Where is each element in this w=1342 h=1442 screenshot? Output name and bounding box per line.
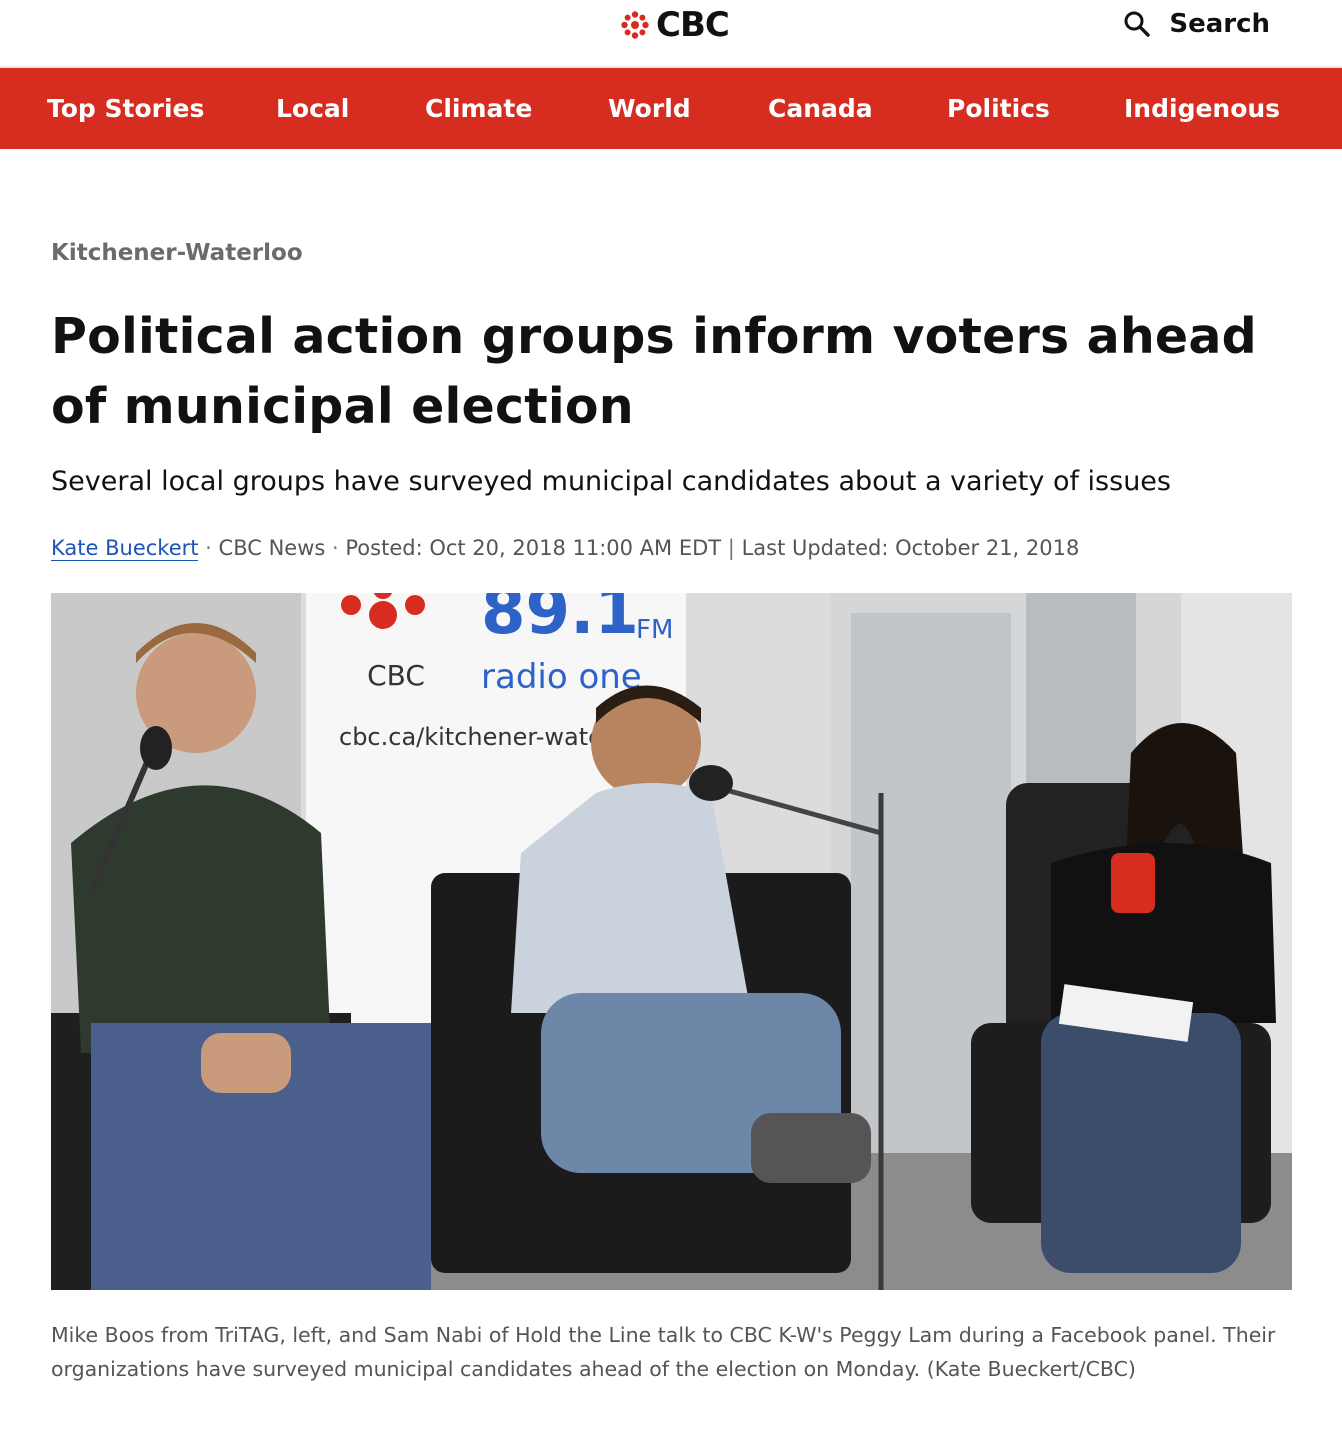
byline-separator: · [205,536,219,560]
banner-station: radio one [481,657,642,697]
banner-frequency: 89.1 [481,593,639,649]
search-button[interactable]: Search [1123,6,1270,42]
nav-item-climate[interactable]: Climate [425,68,532,149]
section-label[interactable]: Kitchener-Waterloo [51,240,303,266]
search-icon [1124,11,1151,37]
site-header: CBC Search [0,0,1342,68]
author-link[interactable]: Kate Bueckert [51,536,199,561]
cbc-logo[interactable]: CBC [620,5,730,45]
search-label: Search [1169,9,1270,39]
article-photo: CBC 89.1 FM radio one cbc.ca/kitchener-w… [51,593,1292,1290]
nav-item-politics[interactable]: Politics [947,68,1050,149]
byline-outlet: CBC News [218,536,326,560]
banner-brand: CBC [367,659,425,692]
nav-item-local[interactable]: Local [276,68,349,149]
byline-posted: Posted: Oct 20, 2018 11:00 AM EDT [345,536,722,560]
main-nav: Top Stories Local Climate World Canada P… [0,68,1342,149]
nav-item-canada[interactable]: Canada [768,68,873,149]
photo-caption: Mike Boos from TriTAG, left, and Sam Nab… [51,1323,1276,1381]
article-deck: Several local groups have surveyed munic… [51,466,1171,497]
byline-separator: | [727,536,742,560]
byline-separator: · [332,536,346,560]
byline-updated: Last Updated: October 21, 2018 [741,536,1080,560]
article-headline: Political action groups inform voters ah… [51,308,1257,435]
nav-item-top-stories[interactable]: Top Stories [47,68,204,149]
banner-band: FM [636,615,673,645]
byline: Kate Bueckert · CBC News · Posted: Oct 2… [51,536,1080,561]
nav-item-world[interactable]: World [608,68,691,149]
panel-photo-illustration: CBC 89.1 FM radio one cbc.ca/kitchener-w… [51,593,1292,1290]
nav-item-indigenous[interactable]: Indigenous [1124,68,1280,149]
logo-text: CBC [656,5,730,45]
cbc-gem-icon [621,11,649,39]
